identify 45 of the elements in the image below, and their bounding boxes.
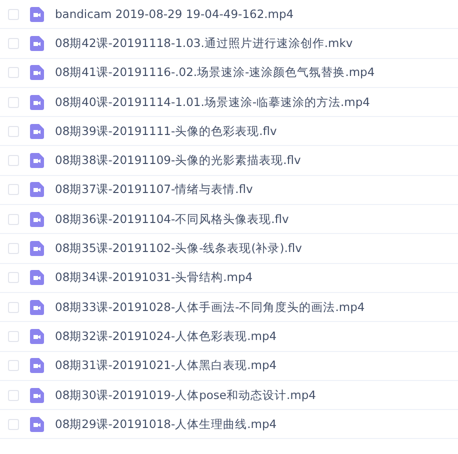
checkbox[interactable] (8, 155, 19, 166)
checkbox[interactable] (8, 360, 19, 372)
video-file-icon (30, 6, 44, 22)
checkbox[interactable] (8, 418, 19, 430)
checkbox[interactable] (8, 243, 19, 254)
video-file-icon (30, 300, 44, 315)
video-file-icon (30, 36, 44, 51)
file-name[interactable]: bandicam 2019-08-29 19-04-49-162.mp4 (55, 7, 294, 22)
video-file-icon (30, 65, 44, 80)
video-file-icon (30, 358, 44, 374)
video-file-icon (30, 94, 44, 110)
video-file-icon (30, 153, 44, 168)
video-file-icon (30, 212, 44, 227)
file-name[interactable]: 08期40课-20191114-1.01.场景速涂-临摹速涂的方法.mp4 (55, 94, 370, 110)
checkbox[interactable] (8, 272, 19, 284)
file-name[interactable]: 08期34课-20191031-头骨结构.mp4 (55, 270, 253, 286)
checkbox[interactable] (8, 38, 19, 49)
checkbox[interactable] (8, 330, 19, 342)
file-name[interactable]: 08期38课-20191109-头像的光影素描表现.flv (55, 153, 301, 168)
video-file-icon (30, 182, 44, 198)
file-name[interactable]: 08期31课-20191021-人体黑白表现.mp4 (55, 358, 277, 374)
checkbox[interactable] (8, 8, 19, 20)
checkbox[interactable] (8, 390, 19, 400)
checkbox[interactable] (8, 302, 19, 313)
file-name[interactable]: 08期37课-20191107-情绪与表情.flv (55, 182, 253, 198)
file-name[interactable]: 08期35课-20191102-头像-线条表现(补录).flv (55, 241, 302, 256)
checkbox[interactable] (8, 184, 19, 196)
file-name[interactable]: 08期29课-20191018-人体生理曲线.mp4 (55, 416, 277, 432)
file-name[interactable]: 08期30课-20191019-人体pose和动态设计.mp4 (55, 388, 316, 402)
file-name[interactable]: 08期41课-20191116-.02.场景速涂-速涂颜色气氛替换.mp4 (55, 65, 375, 80)
file-name[interactable]: 08期39课-20191111-头像的色彩表现.flv (55, 124, 277, 139)
checkbox[interactable] (8, 214, 19, 225)
checkbox[interactable] (8, 96, 19, 108)
video-file-icon (30, 124, 44, 139)
checkbox[interactable] (8, 67, 19, 78)
checkbox[interactable] (8, 126, 19, 137)
video-file-icon (30, 241, 44, 256)
file-name[interactable]: 08期33课-20191028-人体手画法-不同角度头的画法.mp4 (55, 300, 365, 315)
video-file-icon (30, 270, 44, 286)
video-file-icon (30, 388, 44, 402)
file-name[interactable]: 08期42课-20191118-1.03.通过照片进行速涂创作.mkv (55, 36, 353, 51)
file-name[interactable]: 08期36课-20191104-不同风格头像表现.flv (55, 212, 289, 227)
file-name[interactable]: 08期32课-20191024-人体色彩表现.mp4 (55, 328, 277, 344)
video-file-icon (30, 328, 44, 344)
video-file-icon (30, 416, 44, 432)
